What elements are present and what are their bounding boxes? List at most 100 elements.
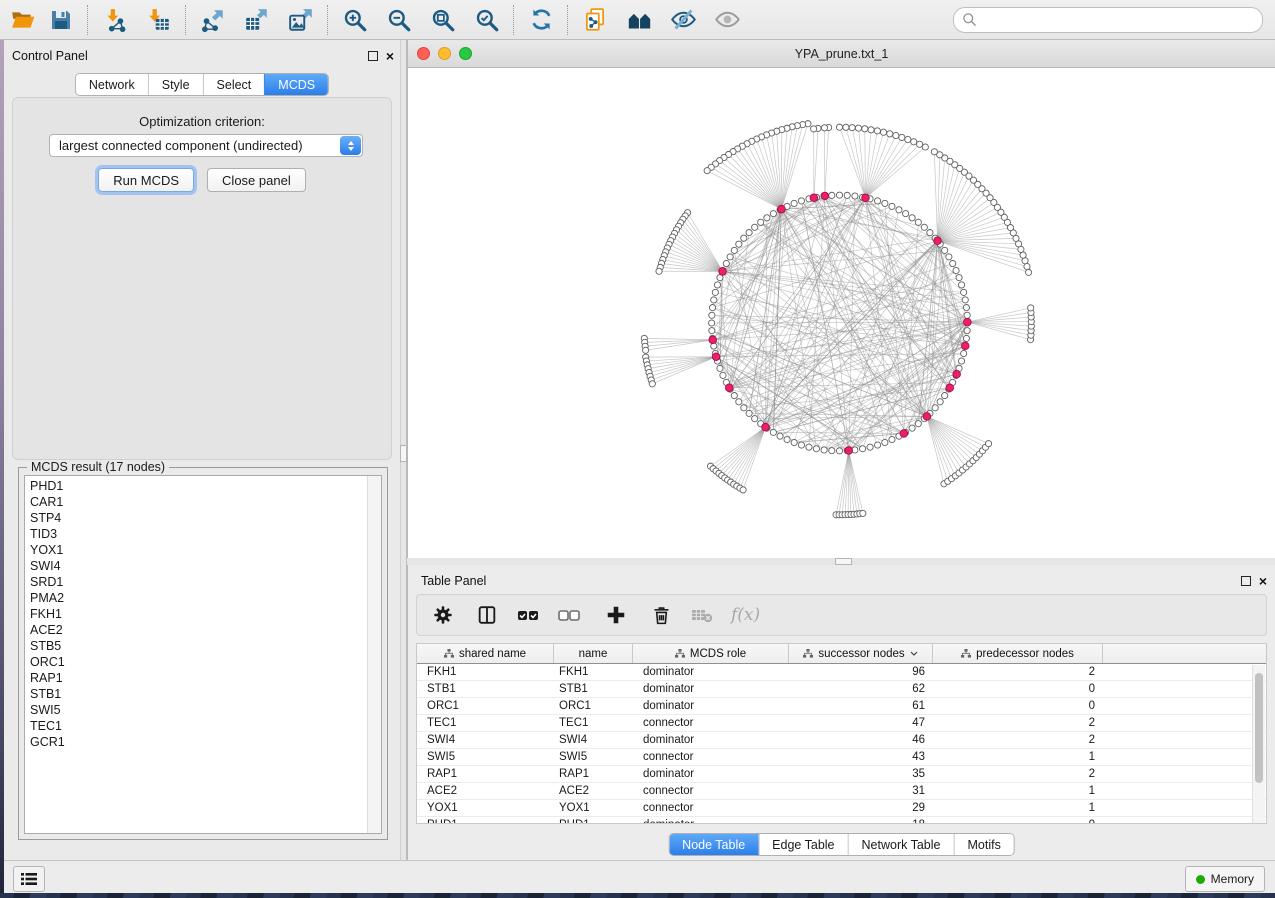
- graph-leaf-node[interactable]: [887, 131, 893, 137]
- graph-mcds-node[interactable]: [946, 384, 954, 392]
- graph-node[interactable]: [798, 442, 804, 448]
- deselect-all-icon[interactable]: [557, 603, 581, 627]
- graph-node[interactable]: [758, 219, 764, 225]
- tab-node-table[interactable]: Node Table: [669, 834, 758, 855]
- graph-node[interactable]: [963, 305, 969, 311]
- graph-node[interactable]: [829, 192, 835, 198]
- graph-node[interactable]: [859, 446, 865, 452]
- table-row[interactable]: TEC1TEC1connector472: [417, 715, 1266, 732]
- table-row[interactable]: STB1STB1dominator620: [417, 681, 1266, 698]
- graph-mcds-node[interactable]: [719, 268, 727, 276]
- graph-node[interactable]: [723, 260, 729, 266]
- export-network-icon[interactable]: [198, 5, 228, 35]
- graph-node[interactable]: [752, 224, 758, 230]
- graph-mcds-node[interactable]: [934, 237, 942, 245]
- graph-leaf-node[interactable]: [855, 125, 861, 131]
- close-table-panel-icon[interactable]: ×: [1259, 576, 1267, 586]
- graph-node[interactable]: [874, 198, 880, 204]
- graph-node[interactable]: [791, 200, 797, 206]
- export-table-icon[interactable]: [242, 5, 272, 35]
- mcds-result-item[interactable]: YOX1: [30, 542, 381, 558]
- graph-node[interactable]: [770, 429, 776, 435]
- column-header-MCDS-role[interactable]: MCDS role: [633, 644, 789, 663]
- node-table[interactable]: shared namenameMCDS rolesuccessor nodesp…: [416, 643, 1267, 824]
- mcds-result-item[interactable]: ACE2: [30, 622, 381, 638]
- graph-leaf-node[interactable]: [849, 125, 855, 131]
- zoom-selected-icon[interactable]: [472, 5, 502, 35]
- close-panel-button[interactable]: Close panel: [207, 168, 306, 192]
- graph-node[interactable]: [714, 282, 720, 288]
- table-row[interactable]: FKH1FKH1dominator962: [417, 664, 1266, 681]
- graph-node[interactable]: [896, 207, 902, 213]
- graph-node[interactable]: [953, 267, 959, 273]
- graph-mcds-node[interactable]: [712, 353, 720, 361]
- graph-node[interactable]: [752, 416, 758, 422]
- graph-node[interactable]: [720, 372, 726, 378]
- mcds-result-item[interactable]: GCR1: [30, 734, 381, 750]
- graph-leaf-node[interactable]: [656, 268, 662, 274]
- graph-node[interactable]: [961, 350, 967, 356]
- mcds-result-item[interactable]: FKH1: [30, 606, 381, 622]
- graph-node[interactable]: [961, 289, 967, 295]
- zoom-in-icon[interactable]: [340, 5, 370, 35]
- graph-node[interactable]: [942, 247, 948, 253]
- birds-eye-view-icon[interactable]: [624, 5, 654, 35]
- graph-leaf-node[interactable]: [880, 129, 886, 135]
- open-file-icon[interactable]: [8, 5, 38, 35]
- graph-mcds-node[interactable]: [821, 192, 829, 200]
- add-column-icon[interactable]: [604, 603, 628, 627]
- graph-node[interactable]: [874, 442, 880, 448]
- graph-leaf-node[interactable]: [740, 487, 746, 493]
- mcds-result-item[interactable]: TID3: [30, 526, 381, 542]
- settings-icon[interactable]: [431, 603, 455, 627]
- graph-node[interactable]: [736, 399, 742, 405]
- graph-leaf-node[interactable]: [704, 168, 710, 174]
- graph-leaf-node[interactable]: [836, 124, 842, 130]
- graph-leaf-node[interactable]: [649, 381, 655, 387]
- graph-leaf-node[interactable]: [985, 441, 991, 447]
- graph-node[interactable]: [741, 405, 747, 411]
- graph-node[interactable]: [806, 444, 812, 450]
- mcds-result-item[interactable]: STP4: [30, 510, 381, 526]
- search-field[interactable]: [953, 7, 1263, 33]
- float-table-panel-icon[interactable]: [1241, 576, 1251, 586]
- graph-node[interactable]: [867, 444, 873, 450]
- mcds-result-item[interactable]: ORC1: [30, 654, 381, 670]
- graph-leaf-node[interactable]: [868, 127, 874, 133]
- zoom-out-icon[interactable]: [384, 5, 414, 35]
- graph-node[interactable]: [731, 393, 737, 399]
- graph-node[interactable]: [746, 229, 752, 235]
- graph-leaf-node[interactable]: [643, 347, 649, 353]
- graph-leaf-node[interactable]: [843, 124, 849, 130]
- graph-leaf-node[interactable]: [811, 126, 817, 132]
- graph-node[interactable]: [798, 198, 804, 204]
- graph-node[interactable]: [813, 446, 819, 452]
- graph-leaf-node[interactable]: [922, 144, 928, 150]
- graph-mcds-node[interactable]: [725, 384, 733, 392]
- graph-node[interactable]: [852, 193, 858, 199]
- graph-node[interactable]: [903, 211, 909, 217]
- tab-motifs[interactable]: Motifs: [953, 834, 1013, 855]
- graph-node[interactable]: [962, 297, 968, 303]
- graph-node[interactable]: [915, 219, 921, 225]
- graph-node[interactable]: [746, 410, 752, 416]
- graph-mcds-node[interactable]: [762, 423, 770, 431]
- graph-node[interactable]: [915, 421, 921, 427]
- graph-node[interactable]: [736, 241, 742, 247]
- mcds-result-item[interactable]: PHD1: [30, 478, 381, 494]
- delete-columns-icon[interactable]: [649, 603, 673, 627]
- table-row[interactable]: PHD1PHD1dominator180: [417, 817, 1266, 824]
- graph-node[interactable]: [770, 211, 776, 217]
- mcds-result-item[interactable]: SRD1: [30, 574, 381, 590]
- export-image-icon[interactable]: [286, 5, 316, 35]
- graph-node[interactable]: [937, 399, 943, 405]
- graph-node[interactable]: [921, 224, 927, 230]
- mcds-result-item[interactable]: STB5: [30, 638, 381, 654]
- graph-node[interactable]: [777, 433, 783, 439]
- graph-node[interactable]: [932, 405, 938, 411]
- graph-node[interactable]: [956, 275, 962, 281]
- task-history-button[interactable]: [13, 866, 45, 892]
- graph-leaf-node[interactable]: [905, 136, 911, 142]
- graph-mcds-node[interactable]: [862, 194, 870, 202]
- graph-leaf-node[interactable]: [899, 134, 905, 140]
